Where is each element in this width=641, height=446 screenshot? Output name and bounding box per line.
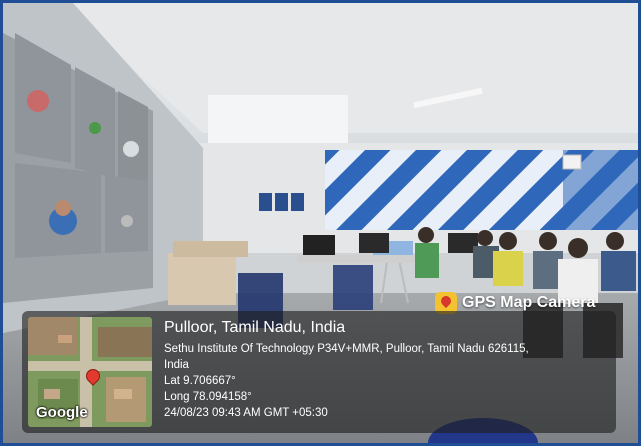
gps-stamp-overlay: Google Pulloor, Tamil Nadu, India Sethu … (22, 311, 616, 433)
wall-speaker (562, 154, 582, 170)
desk (298, 255, 418, 263)
poster-1 (259, 193, 272, 211)
address-line-2: India (164, 359, 189, 371)
cabinet (168, 253, 236, 305)
latitude: Lat 9.706667° (164, 375, 236, 387)
poster-3 (291, 193, 304, 211)
mini-map: Google (28, 317, 152, 427)
longitude: Long 78.094158° (164, 391, 252, 403)
address-line-1: Sethu Institute Of Technology P34V+MMR, … (164, 343, 529, 355)
gps-app-label: GPS Map Camera (462, 294, 596, 311)
poster-2 (275, 193, 288, 211)
place-name: Pulloor, Tamil Nadu, India (164, 319, 346, 336)
stamp-info: Pulloor, Tamil Nadu, India Sethu Institu… (164, 319, 604, 421)
chair (333, 265, 373, 310)
photo-frame: GPS Map Camera Google Pulloor, Tamil Nad… (3, 3, 638, 443)
google-logo: Google (36, 404, 88, 421)
timestamp: 24/08/23 09:43 AM GMT +05:30 (164, 407, 328, 419)
